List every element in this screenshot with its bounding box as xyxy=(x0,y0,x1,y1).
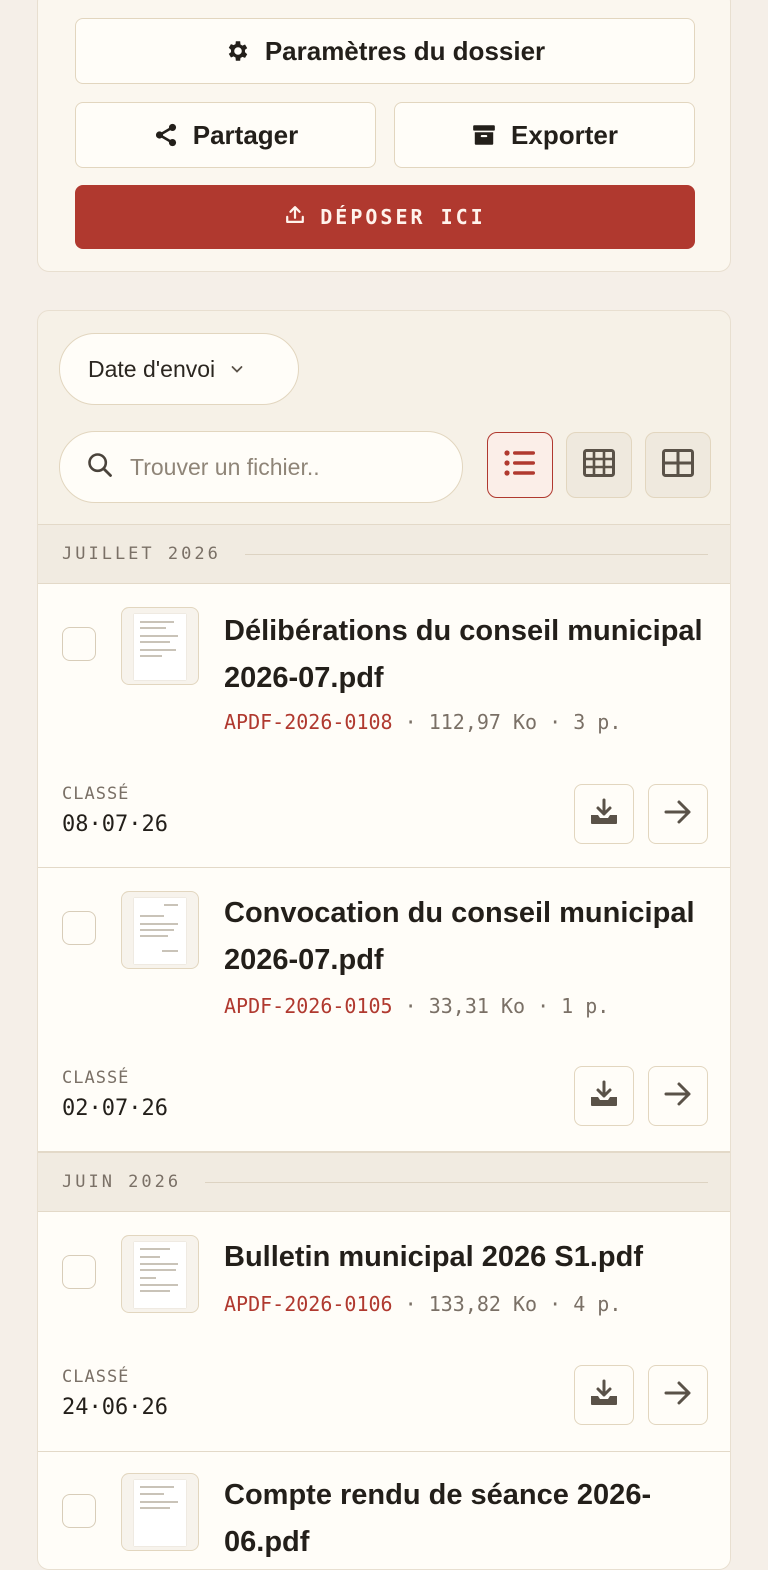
group-header-june-2026: JUIN 2026 xyxy=(38,1152,730,1212)
upload-icon xyxy=(284,204,306,231)
file-meta: APDF-2026-0105 · 33,31 Ko · 1 p. xyxy=(224,994,609,1018)
drop-here-label: DÉPOSER ICI xyxy=(320,205,486,229)
file-title[interactable]: Bulletin municipal 2026 S1.pdf xyxy=(224,1234,714,1281)
list-icon xyxy=(503,448,537,483)
open-button[interactable] xyxy=(648,1365,708,1425)
file-thumbnail xyxy=(121,607,199,685)
grid-view-button[interactable] xyxy=(645,432,711,498)
sort-label: Date d'envoi xyxy=(88,355,216,382)
table-view-button[interactable] xyxy=(566,432,632,498)
gear-icon xyxy=(225,38,251,64)
file-thumbnail xyxy=(121,1473,199,1551)
file-select-checkbox[interactable] xyxy=(62,1494,96,1528)
file-select-checkbox[interactable] xyxy=(62,1255,96,1289)
download-button[interactable] xyxy=(574,1066,634,1126)
classed-label: CLASSÉ xyxy=(62,1367,130,1387)
share-label: Partager xyxy=(192,119,299,150)
classed-label: CLASSÉ xyxy=(62,784,130,804)
share-icon xyxy=(153,122,179,148)
group-label: JUILLET 2026 xyxy=(62,544,221,564)
file-row[interactable]: Compte rendu de séance 2026-06.pdf xyxy=(38,1452,730,1569)
download-button[interactable] xyxy=(574,784,634,844)
file-title[interactable]: Compte rendu de séance 2026-06.pdf xyxy=(224,1472,714,1566)
file-meta: APDF-2026-0106 · 133,82 Ko · 4 p. xyxy=(224,1292,621,1316)
file-row[interactable]: Délibérations du conseil municipal 2026-… xyxy=(38,584,730,868)
folder-settings-button[interactable]: Paramètres du dossier xyxy=(75,18,695,84)
file-title[interactable]: Convocation du conseil municipal 2026-07… xyxy=(224,890,714,984)
file-list-panel: Date d'envoi JUILLET 2026 Dél xyxy=(37,310,731,1570)
divider xyxy=(205,1181,708,1183)
download-button[interactable] xyxy=(574,1365,634,1425)
classed-date: 24·06·26 xyxy=(62,1395,168,1420)
file-info: · 133,82 Ko · 4 p. xyxy=(392,1292,622,1316)
file-select-checkbox[interactable] xyxy=(62,627,96,661)
search-icon xyxy=(86,451,114,484)
export-button[interactable]: Exporter xyxy=(394,102,695,168)
export-label: Exporter xyxy=(511,119,618,150)
open-button[interactable] xyxy=(648,1066,708,1126)
table-icon xyxy=(583,448,615,482)
list-view-button[interactable] xyxy=(487,432,553,498)
file-thumbnail xyxy=(121,1235,199,1313)
file-reference: APDF-2026-0106 xyxy=(224,1292,393,1316)
file-reference: APDF-2026-0105 xyxy=(224,994,393,1018)
file-select-checkbox[interactable] xyxy=(62,911,96,945)
chevron-down-icon xyxy=(229,356,245,383)
divider xyxy=(244,553,708,555)
open-button[interactable] xyxy=(648,784,708,844)
group-header-july-2026: JUILLET 2026 xyxy=(38,524,730,584)
file-title[interactable]: Délibérations du conseil municipal 2026-… xyxy=(224,608,714,702)
classed-date: 08·07·26 xyxy=(62,812,168,837)
classed-label: CLASSÉ xyxy=(62,1068,130,1088)
search-box xyxy=(59,431,463,503)
file-row[interactable]: Bulletin municipal 2026 S1.pdf APDF-2026… xyxy=(38,1212,730,1452)
drop-here-button[interactable]: DÉPOSER ICI xyxy=(75,185,695,249)
file-row[interactable]: Convocation du conseil municipal 2026-07… xyxy=(38,868,730,1152)
folder-settings-label: Paramètres du dossier xyxy=(264,35,546,66)
group-label: JUIN 2026 xyxy=(62,1172,182,1192)
download-icon xyxy=(588,797,620,832)
grid-icon xyxy=(662,448,694,482)
share-button[interactable]: Partager xyxy=(75,102,376,168)
search-input[interactable] xyxy=(128,452,432,482)
archive-icon xyxy=(471,122,497,148)
file-reference: APDF-2026-0108 xyxy=(224,710,393,734)
arrow-right-icon xyxy=(663,1380,693,1411)
file-info: · 33,31 Ko · 1 p. xyxy=(392,994,610,1018)
sort-dropdown[interactable]: Date d'envoi xyxy=(59,333,299,405)
download-icon xyxy=(588,1079,620,1114)
file-meta: APDF-2026-0108 · 112,97 Ko · 3 p. xyxy=(224,710,621,734)
file-info: · 112,97 Ko · 3 p. xyxy=(392,710,622,734)
arrow-right-icon xyxy=(663,1081,693,1112)
folder-actions-panel: Paramètres du dossier Partager Exporter … xyxy=(37,0,731,272)
classed-date: 02·07·26 xyxy=(62,1096,168,1121)
file-thumbnail xyxy=(121,891,199,969)
arrow-right-icon xyxy=(663,799,693,830)
download-icon xyxy=(588,1378,620,1413)
